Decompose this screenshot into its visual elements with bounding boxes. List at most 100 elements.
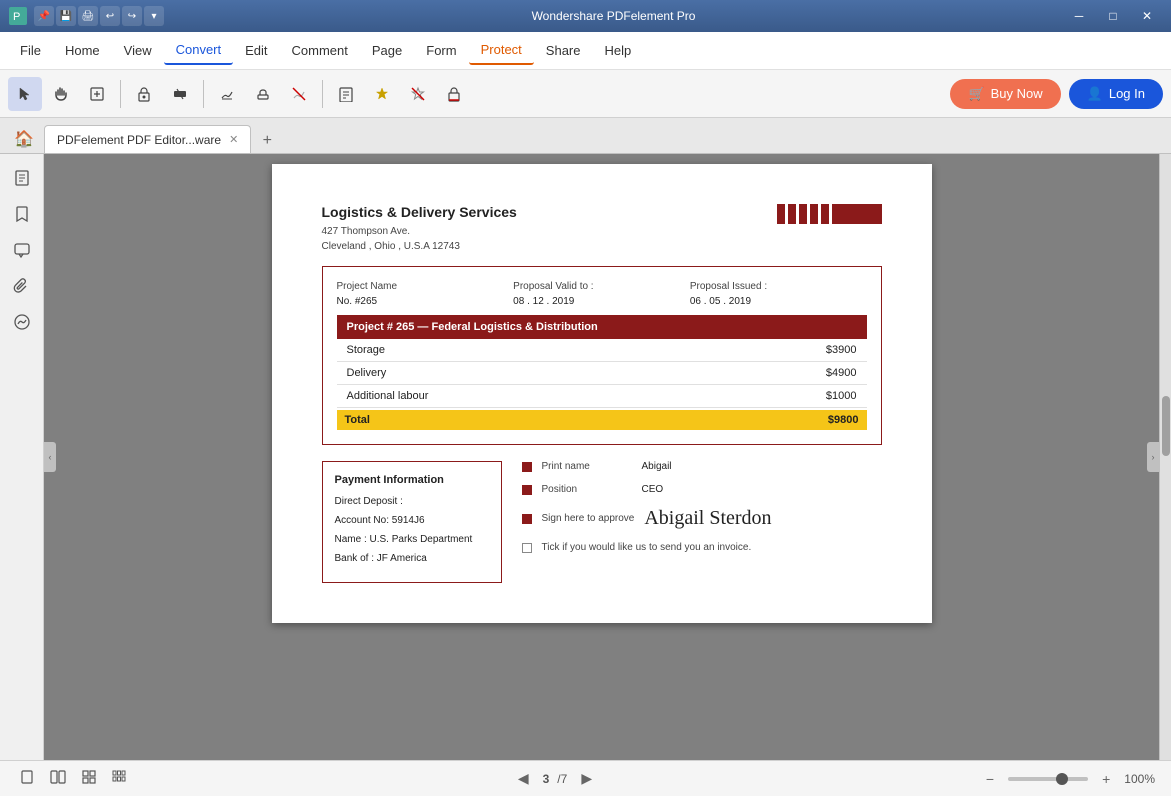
line-item-delivery: Delivery $4900 xyxy=(337,362,867,385)
app-icon: P xyxy=(8,6,28,26)
close-button[interactable]: ✕ xyxy=(1131,6,1163,26)
scrollbar-thumb[interactable] xyxy=(1162,396,1170,456)
menu-page[interactable]: Page xyxy=(360,37,414,64)
hand-tool-button[interactable] xyxy=(44,77,78,111)
save-icon[interactable]: 💾 xyxy=(56,6,76,26)
sep-3 xyxy=(322,80,323,108)
select-tool-button[interactable] xyxy=(8,77,42,111)
edit-text-button[interactable] xyxy=(80,77,114,111)
undo-icon[interactable]: ↩ xyxy=(100,6,120,26)
zoom-out-button[interactable]: − xyxy=(980,769,1000,789)
toolbar-protect-group xyxy=(127,77,197,111)
minimize-button[interactable]: ─ xyxy=(1063,6,1095,26)
permissions-button[interactable] xyxy=(437,77,471,111)
print-name-label: Print name xyxy=(542,461,632,472)
dropdown-icon[interactable]: ▾ xyxy=(144,6,164,26)
project-title: Project # 265 — Federal Logistics & Dist… xyxy=(337,315,867,339)
menu-share[interactable]: Share xyxy=(534,37,593,64)
doc-company-info: Logistics & Delivery Services 427 Thomps… xyxy=(322,204,517,254)
bottom-section: Payment Information Direct Deposit : Acc… xyxy=(322,461,882,583)
status-left xyxy=(16,768,130,789)
proposal-box: Project Name No. #265 Proposal Valid to … xyxy=(322,266,882,445)
tab-close-button[interactable]: ✕ xyxy=(229,133,238,146)
clear-sign-button[interactable] xyxy=(282,77,316,111)
titlebar-quick-access: 📌 💾 🖨 ↩ ↪ ▾ xyxy=(34,6,164,26)
bar-2 xyxy=(788,204,796,224)
home-tab-button[interactable]: 🏠 xyxy=(8,125,40,153)
new-tab-button[interactable]: + xyxy=(255,129,279,153)
payment-bank: Bank of : JF America xyxy=(335,551,489,566)
sidebar-bookmarks-button[interactable] xyxy=(6,198,38,230)
sidebar-attachments-button[interactable] xyxy=(6,270,38,302)
position-label: Position xyxy=(542,484,632,495)
total-value: $9800 xyxy=(787,410,867,430)
pdf-page: Logistics & Delivery Services 427 Thomps… xyxy=(272,164,932,623)
project-label: Project Name xyxy=(337,281,514,292)
password-tool-button[interactable] xyxy=(127,77,161,111)
print-icon[interactable]: 🖨 xyxy=(78,6,98,26)
bar-1 xyxy=(777,204,785,224)
bar-5 xyxy=(821,204,829,224)
stamp-tool-button[interactable] xyxy=(246,77,280,111)
status-right: − + 100% xyxy=(980,769,1155,789)
sign-tool-button[interactable] xyxy=(210,77,244,111)
toolbar-select-group xyxy=(8,77,114,111)
svg-text:P: P xyxy=(13,11,20,23)
sign-value: Abigail Sterdon xyxy=(644,507,771,530)
prev-page-button[interactable]: ◀ xyxy=(512,768,535,789)
grid-view-button[interactable] xyxy=(78,768,100,789)
payment-box: Payment Information Direct Deposit : Acc… xyxy=(322,461,502,583)
redact-tool-button[interactable] xyxy=(163,77,197,111)
pdf-tab[interactable]: PDFelement PDF Editor...ware ✕ xyxy=(44,125,251,153)
vertical-scrollbar[interactable] xyxy=(1159,154,1171,760)
right-panel-collapse-button[interactable]: › xyxy=(1147,442,1159,472)
sign-checkbox xyxy=(522,514,532,524)
menu-home[interactable]: Home xyxy=(53,37,112,64)
issued-col: Proposal Issued : 06 . 05 . 2019 xyxy=(690,281,867,307)
menu-form[interactable]: Form xyxy=(414,37,468,64)
menu-comment[interactable]: Comment xyxy=(280,37,360,64)
doc-properties-button[interactable] xyxy=(329,77,363,111)
sidebar-collapse-button[interactable]: ‹ xyxy=(44,442,56,472)
payment-account: Account No: 5914J6 xyxy=(335,513,489,528)
login-button[interactable]: 👤 Log In xyxy=(1069,79,1163,109)
payment-name: Name : U.S. Parks Department xyxy=(335,532,489,547)
sidebar-pages-button[interactable] xyxy=(6,162,38,194)
zoom-in-button[interactable]: + xyxy=(1096,769,1116,789)
sep-1 xyxy=(120,80,121,108)
zoom-slider-thumb[interactable] xyxy=(1056,773,1068,785)
menu-view[interactable]: View xyxy=(112,37,164,64)
pin-icon[interactable]: 📌 xyxy=(34,6,54,26)
certificate-button[interactable] xyxy=(365,77,399,111)
erase-cert-button[interactable] xyxy=(401,77,435,111)
menu-file[interactable]: File xyxy=(8,37,53,64)
current-page: 3 xyxy=(543,772,550,786)
redo-icon[interactable]: ↪ xyxy=(122,6,142,26)
left-sidebar xyxy=(0,154,44,760)
title-bar: P 📌 💾 🖨 ↩ ↪ ▾ Wondershare PDFelement Pro… xyxy=(0,0,1171,32)
single-page-view-button[interactable] xyxy=(16,768,38,789)
sidebar-comments-button[interactable] xyxy=(6,234,38,266)
next-page-button[interactable]: ▶ xyxy=(575,768,598,789)
tick-checkbox xyxy=(522,543,532,553)
zoom-slider[interactable] xyxy=(1008,777,1088,781)
sidebar-signatures-button[interactable] xyxy=(6,306,38,338)
menu-protect[interactable]: Protect xyxy=(469,36,534,65)
menu-help[interactable]: Help xyxy=(593,37,644,64)
tab-label: PDFelement PDF Editor...ware xyxy=(57,133,221,147)
maximize-button[interactable]: □ xyxy=(1097,6,1129,26)
buy-label: Buy Now xyxy=(991,86,1043,101)
tab-bar: 🏠 PDFelement PDF Editor...ware ✕ + xyxy=(0,118,1171,154)
buy-now-button[interactable]: 🛒 Buy Now xyxy=(950,79,1060,109)
menu-convert[interactable]: Convert xyxy=(164,36,234,65)
print-name-row: Print name Abigail xyxy=(522,461,882,472)
window-controls: ─ □ ✕ xyxy=(1063,6,1163,26)
company-name: Logistics & Delivery Services xyxy=(322,204,517,220)
position-value: CEO xyxy=(642,484,882,495)
thumbnail-view-button[interactable] xyxy=(108,768,130,789)
company-address: 427 Thompson Ave. Cleveland , Ohio , U.S… xyxy=(322,224,517,254)
two-page-view-button[interactable] xyxy=(46,768,70,789)
menu-edit[interactable]: Edit xyxy=(233,37,279,64)
signature-section: Print name Abigail Position CEO Sign her… xyxy=(522,461,882,583)
zoom-level: 100% xyxy=(1124,772,1155,786)
